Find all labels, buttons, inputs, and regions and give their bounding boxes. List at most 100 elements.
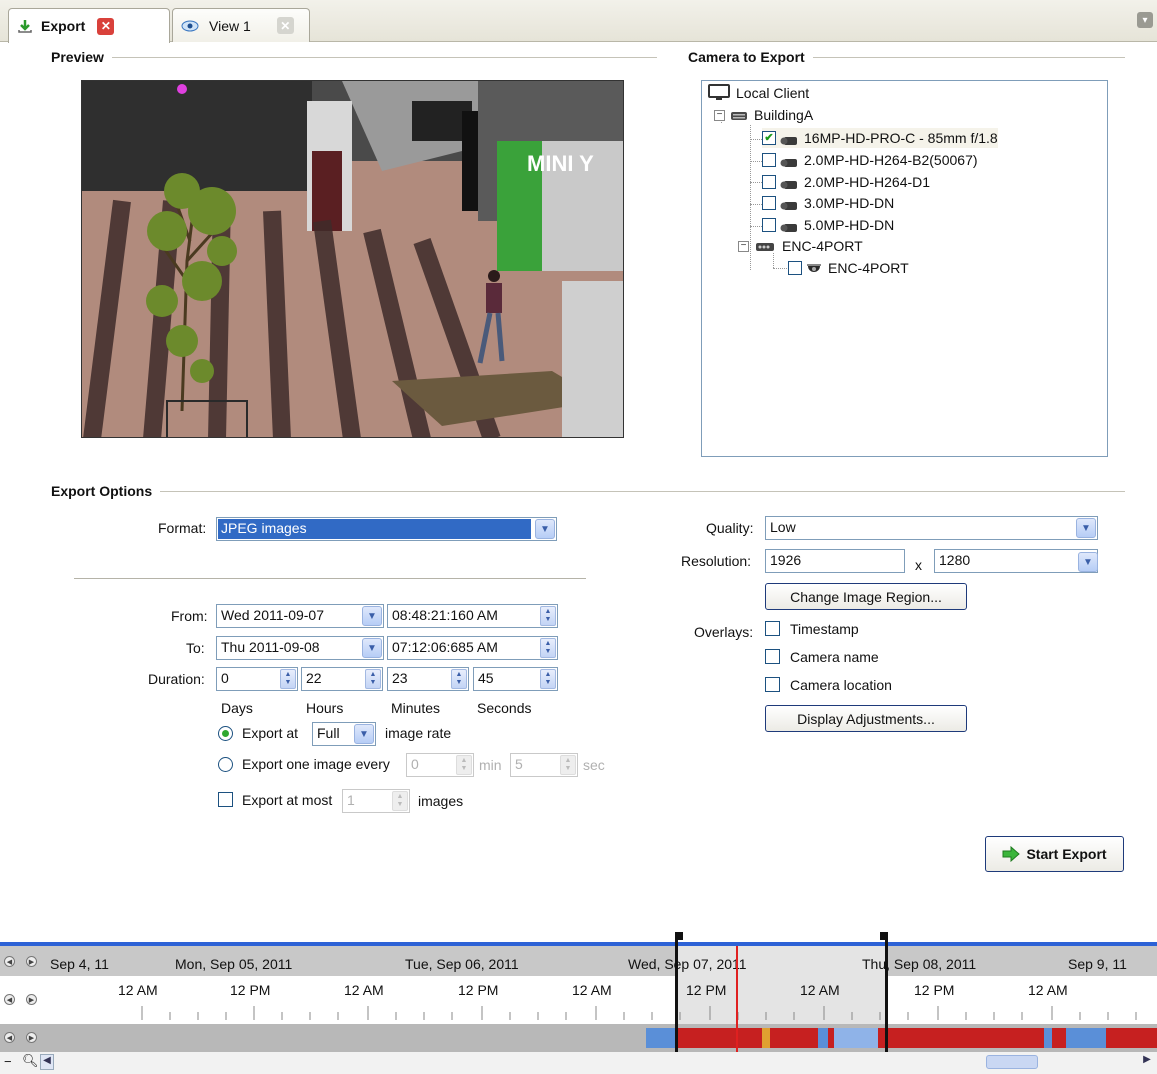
tree-node-buildinga[interactable]: − BuildingA — [714, 105, 813, 125]
tree-node-encoder[interactable]: − ENC-4PORT — [738, 236, 863, 256]
close-icon[interactable]: ✕ — [276, 17, 294, 34]
resolution-width-input[interactable]: 1926 — [765, 549, 905, 573]
chevron-down-icon[interactable]: ▼ — [535, 519, 555, 539]
spinner-icon[interactable]: ▲ ▼ — [280, 669, 296, 689]
camera-name-checkbox[interactable] — [765, 649, 780, 664]
scroll-right-icon[interactable]: ▶ — [26, 956, 37, 967]
every-sec-value: 5 — [515, 756, 523, 772]
tree-node-camera[interactable]: 5.0MP-HD-DN — [762, 215, 894, 235]
zoom-out-icon[interactable]: − — [4, 1054, 12, 1069]
spinner-icon[interactable]: ▲ ▼ — [451, 669, 467, 689]
change-image-region-label: Change Image Region... — [790, 588, 942, 605]
chevron-down-icon[interactable]: ▼ — [354, 724, 374, 744]
tab-menu-icon[interactable]: ▾ — [1137, 12, 1153, 28]
timeline-recording-row: ◀ ▶ — [0, 1024, 1157, 1052]
camera-location-checkbox[interactable] — [765, 677, 780, 692]
playhead[interactable] — [736, 946, 738, 1052]
camera-checkbox[interactable] — [762, 153, 776, 167]
resolution-x-label: x — [915, 557, 922, 573]
spinner-icon[interactable]: ▲ ▼ — [540, 638, 556, 658]
every-min-spinner[interactable]: 0 ▲ ▼ — [406, 753, 474, 777]
start-export-button[interactable]: Start Export — [985, 836, 1124, 872]
range-start-flag[interactable] — [675, 932, 683, 940]
divider — [74, 578, 586, 579]
from-time-spinner[interactable]: 08:48:21:160 AM ▲ ▼ — [387, 604, 558, 628]
every-sec-spinner[interactable]: 5 ▲ ▼ — [510, 753, 578, 777]
range-start-handle[interactable] — [675, 932, 678, 1054]
timestamp-checkbox[interactable] — [765, 621, 780, 636]
format-select[interactable]: JPEG images ▼ — [216, 517, 557, 541]
tree-node-camera[interactable]: 2.0MP-HD-H264-B2(50067) — [762, 150, 978, 170]
overlays-label: Overlays: — [694, 624, 754, 640]
scroll-right-icon[interactable]: ▶ — [1140, 1054, 1154, 1070]
tree-node-camera[interactable]: 2.0MP-HD-H264-D1 — [762, 172, 930, 192]
collapse-icon[interactable]: − — [714, 109, 725, 121]
export-every-radio[interactable] — [218, 757, 233, 772]
camera-icon — [780, 155, 798, 167]
motion-segment — [818, 1028, 828, 1048]
tree-node-camera[interactable]: ✔ 16MP-HD-PRO-C - 85mm f/1.8 — [762, 128, 998, 148]
timeline-date-label: Sep 4, 11 — [50, 956, 109, 972]
from-date-picker[interactable]: Wed 2011-09-07 ▼ — [216, 604, 384, 628]
to-date-picker[interactable]: Thu 2011-09-08 ▼ — [216, 636, 384, 660]
spinner-icon[interactable]: ▲ ▼ — [456, 755, 472, 775]
close-icon[interactable]: ✕ — [97, 17, 115, 35]
tree-node-camera[interactable]: 3.0MP-HD-DN — [762, 193, 894, 213]
tab-export[interactable]: Export ✕ — [8, 8, 170, 43]
tree-node-local-client[interactable]: Local Client — [708, 83, 809, 103]
preview-header: Preview — [51, 49, 657, 65]
duration-days-value: 0 — [221, 670, 229, 686]
format-label: Format: — [158, 520, 207, 536]
export-options-title: Export Options — [51, 483, 153, 499]
tab-view-1-label: View 1 — [209, 17, 251, 34]
range-end-handle[interactable] — [885, 932, 888, 1054]
camera-checkbox[interactable] — [762, 175, 776, 189]
camera-checkbox[interactable] — [788, 261, 802, 275]
camera-name-label: Camera name — [790, 649, 879, 665]
duration-hours-spinner[interactable]: 22 ▲ ▼ — [301, 667, 383, 691]
timeline-hour-row: ◀ ▶ 12 AM 12 PM 12 AM 12 PM 12 AM 12 PM … — [0, 976, 1157, 1024]
magnifier-icon[interactable]: 🔍︎ — [22, 1053, 39, 1069]
spinner-icon[interactable]: ▲ ▼ — [540, 669, 556, 689]
camera-tree[interactable]: Local Client − BuildingA ✔ 16MP-HD-PRO-C… — [701, 80, 1108, 457]
tree-node-camera[interactable]: ENC-4PORT — [788, 258, 909, 278]
duration-days-spinner[interactable]: 0 ▲ ▼ — [216, 667, 298, 691]
frame-rate-select[interactable]: Full ▼ — [312, 722, 376, 746]
to-date-value: Thu 2011-09-08 — [221, 639, 320, 655]
scroll-left-icon[interactable]: ◀ — [40, 1054, 54, 1070]
scroll-left-icon[interactable]: ◀ — [4, 1032, 15, 1043]
camera-checkbox[interactable]: ✔ — [762, 131, 776, 145]
export-icon — [17, 18, 33, 34]
scroll-left-icon[interactable]: ◀ — [4, 956, 15, 967]
camera-checkbox[interactable] — [762, 218, 776, 232]
at-most-spinner[interactable]: 1 ▲ ▼ — [342, 789, 410, 813]
timeline-scroll-thumb[interactable] — [986, 1055, 1038, 1069]
timeline-hour-label: 12 AM — [572, 982, 612, 998]
chevron-down-icon[interactable]: ▼ — [362, 638, 382, 658]
spinner-icon[interactable]: ▲ ▼ — [365, 669, 381, 689]
duration-hours-value: 22 — [306, 670, 322, 686]
export-at-most-checkbox[interactable] — [218, 792, 233, 807]
range-end-flag[interactable] — [880, 932, 888, 940]
quality-select[interactable]: Low ▼ — [765, 516, 1098, 540]
chevron-down-icon[interactable]: ▼ — [1076, 518, 1096, 538]
dome-camera-icon — [806, 260, 822, 276]
display-adjustments-button[interactable]: Display Adjustments... — [765, 705, 967, 732]
resolution-height-select[interactable]: 1280 — [934, 549, 1098, 573]
collapse-icon[interactable]: − — [738, 240, 749, 252]
export-at-radio[interactable] — [218, 726, 233, 741]
chevron-down-icon[interactable]: ▼ — [1078, 552, 1098, 572]
to-time-spinner[interactable]: 07:12:06:685 AM ▲ ▼ — [387, 636, 558, 660]
timeline-date-label: Tue, Sep 06, 2011 — [405, 956, 519, 972]
camera-checkbox[interactable] — [762, 196, 776, 210]
timeline[interactable]: ◀ ▶ Sep 4, 11 Mon, Sep 05, 2011 Tue, Sep… — [0, 932, 1157, 1074]
duration-seconds-spinner[interactable]: 45 ▲ ▼ — [473, 667, 558, 691]
spinner-icon[interactable]: ▲ ▼ — [560, 755, 576, 775]
chevron-down-icon[interactable]: ▼ — [362, 606, 382, 626]
spinner-icon[interactable]: ▲ ▼ — [540, 606, 556, 626]
scroll-right-icon[interactable]: ▶ — [26, 1032, 37, 1043]
change-image-region-button[interactable]: Change Image Region... — [765, 583, 967, 610]
tab-view-1[interactable]: View 1 ✕ — [172, 8, 310, 42]
duration-minutes-spinner[interactable]: 23 ▲ ▼ — [387, 667, 469, 691]
spinner-icon[interactable]: ▲ ▼ — [392, 791, 408, 811]
